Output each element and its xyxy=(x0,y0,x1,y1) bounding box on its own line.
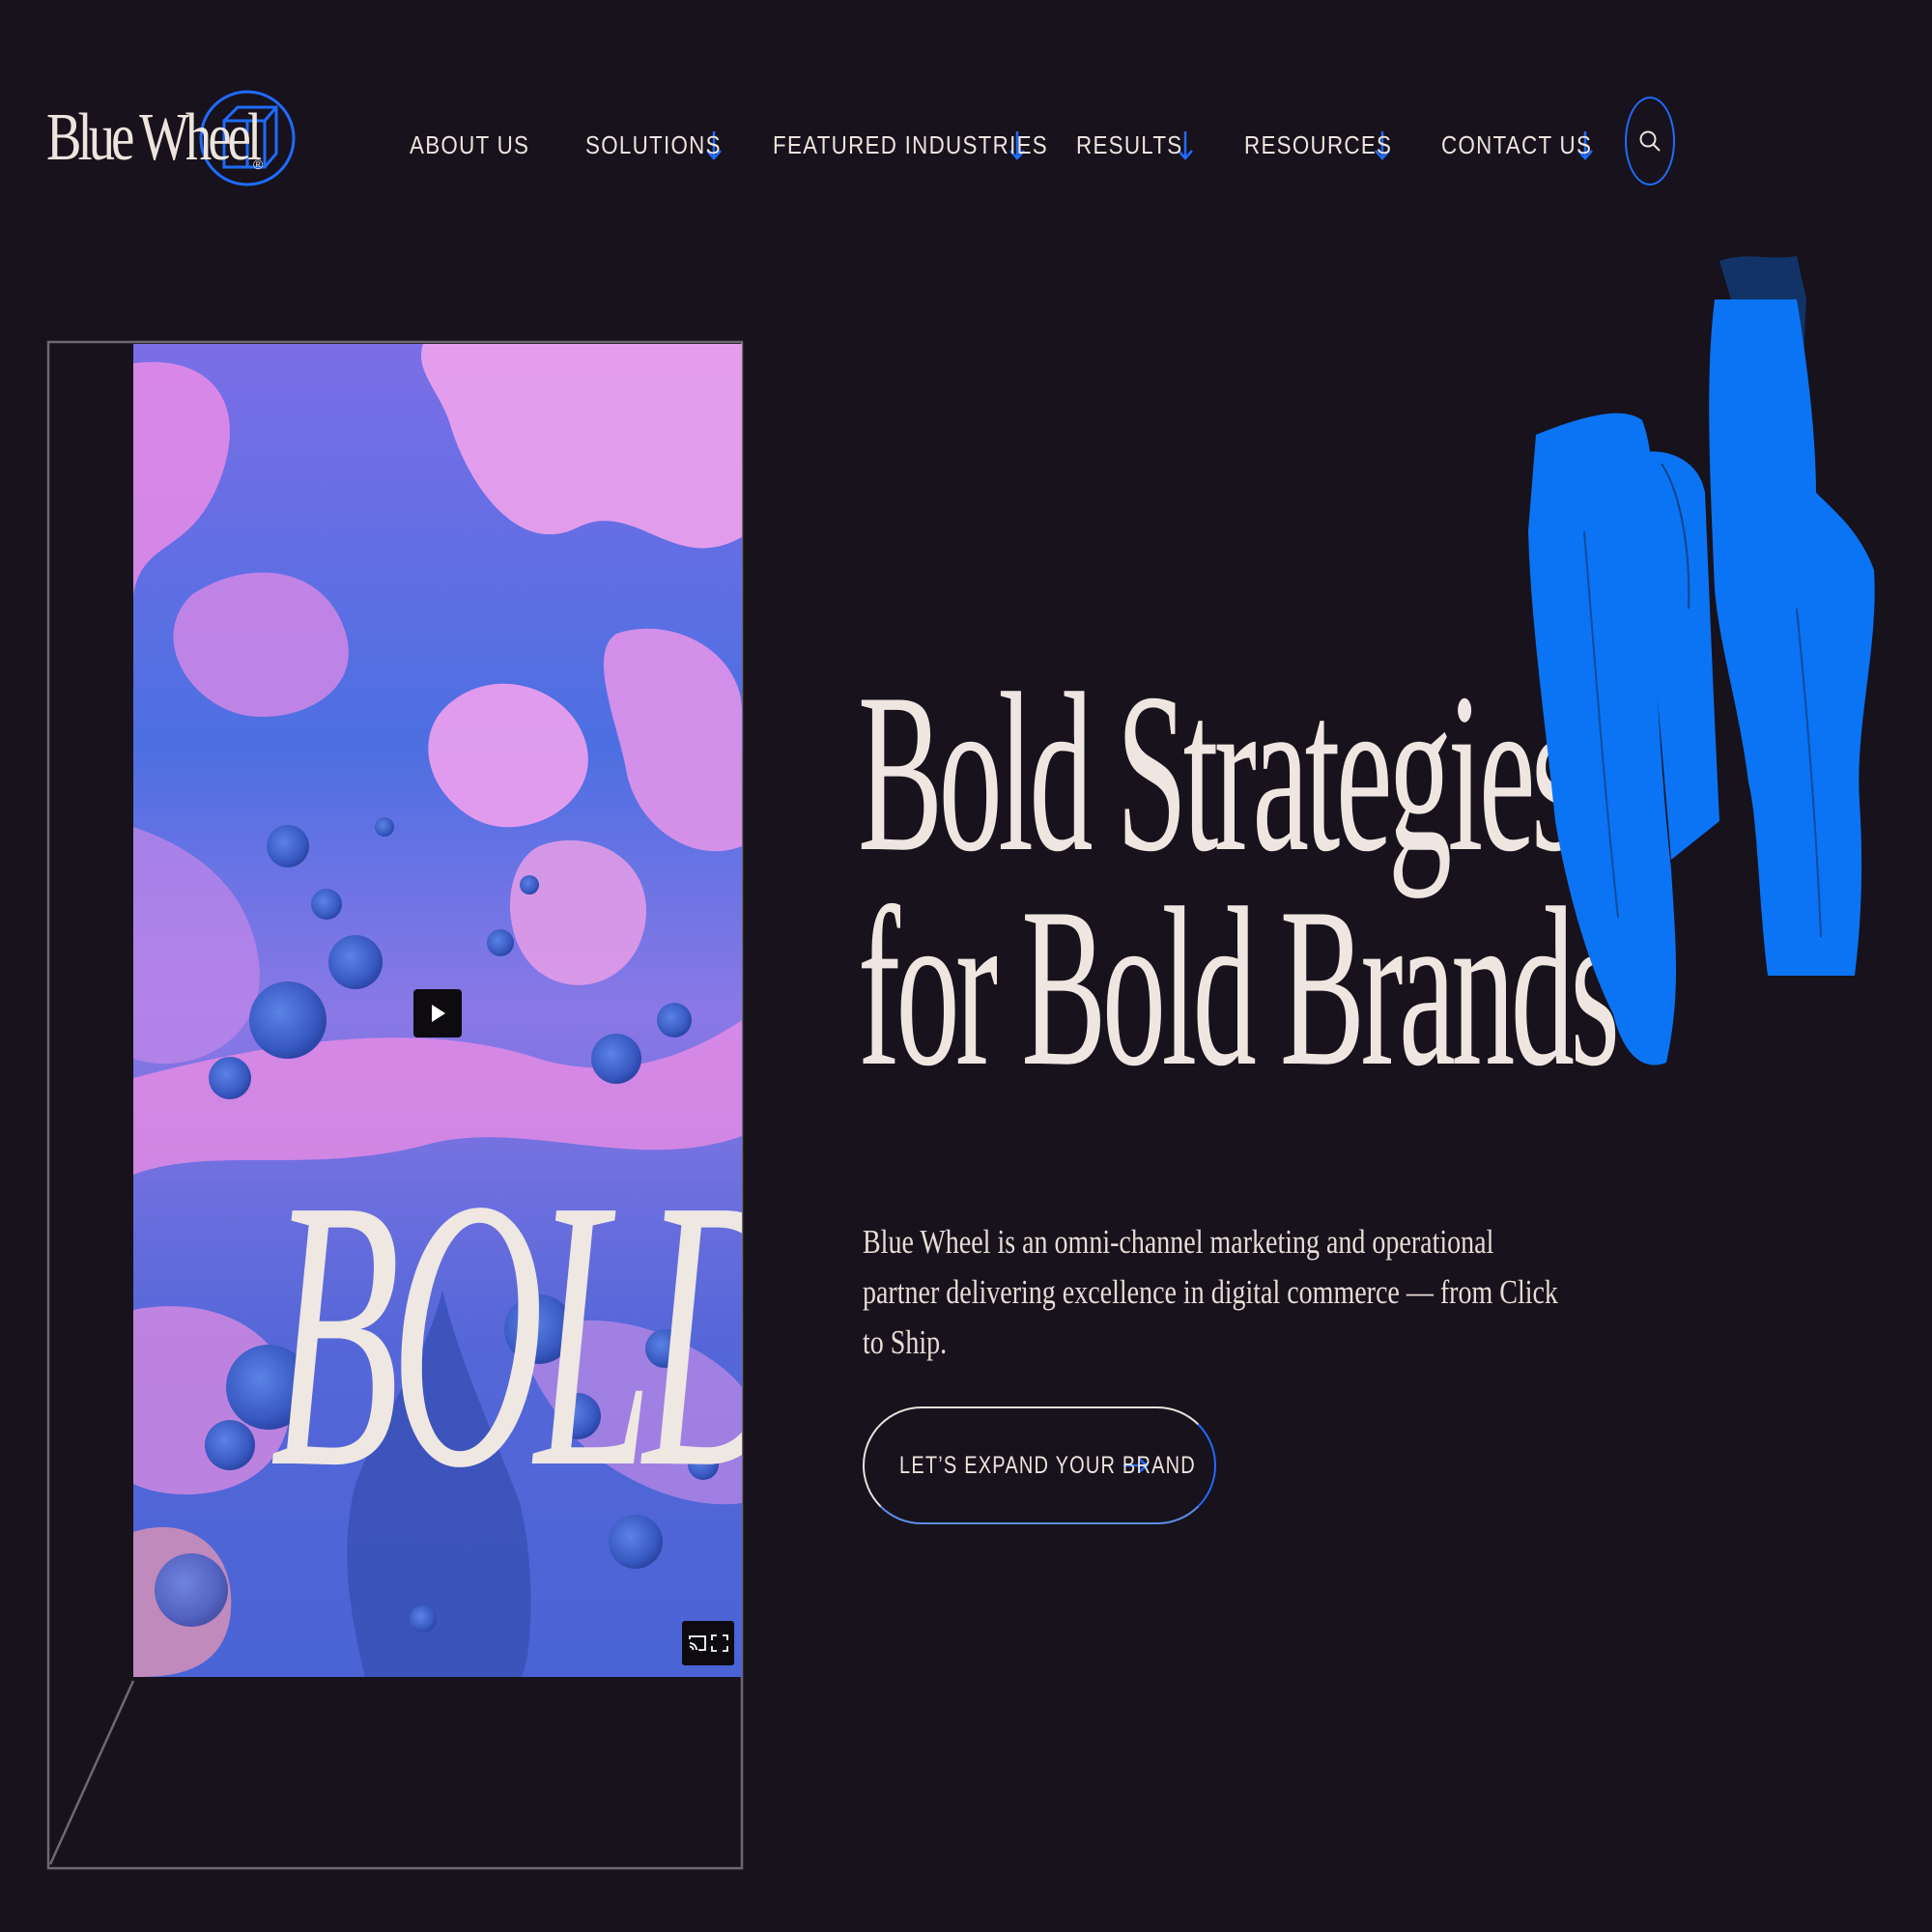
hero-title: Bold Strategies for Bold Brands xyxy=(858,647,1620,1114)
blue-wheel-logo[interactable]: Blue Wheel xyxy=(46,85,299,191)
nav-item-resources[interactable]: Resources xyxy=(1244,126,1393,164)
nav-item-label: Results xyxy=(1076,129,1183,159)
nav-item-label: Contact Us xyxy=(1441,129,1593,159)
cta-label: LET’S EXPAND YOUR BRAND xyxy=(899,1451,1196,1479)
video-controls xyxy=(682,1621,734,1665)
hero-video[interactable]: BOLD xyxy=(133,344,742,1677)
hero-title-line-1: Bold Strategies xyxy=(858,647,1581,899)
nav-item-solutions[interactable]: Solutions xyxy=(585,126,724,164)
blue-brush-decoration xyxy=(1528,256,1875,1065)
page: Blue Wheel ® About Us Solutions Featured… xyxy=(0,0,1932,1932)
nav-item-results[interactable]: Results xyxy=(1076,126,1196,164)
nav-item-about-us[interactable]: About Us xyxy=(410,130,549,160)
video-overlay-word: BOLD xyxy=(270,1120,742,1548)
fullscreen-icon[interactable] xyxy=(710,1634,729,1653)
expand-brand-button[interactable]: LET’S EXPAND YOUR BRAND xyxy=(863,1406,1216,1524)
nav-item-label: Solutions xyxy=(585,129,723,159)
cast-icon[interactable] xyxy=(688,1634,707,1653)
registered-mark: ® xyxy=(253,156,264,172)
nav-item-featured-industries[interactable]: Featured Industries xyxy=(773,126,1049,164)
logo-wordmark: Blue Wheel xyxy=(46,100,262,175)
search-icon xyxy=(1639,130,1661,152)
nav-item-label: Featured Industries xyxy=(773,129,1049,159)
play-icon xyxy=(432,1005,445,1022)
nav-item-contact-us[interactable]: Contact Us xyxy=(1441,126,1596,164)
play-button[interactable] xyxy=(413,989,462,1037)
nav-item-label: Resources xyxy=(1244,129,1393,159)
hero-title-line-2: for Bold Brands xyxy=(858,862,1620,1114)
nav-item-label: About Us xyxy=(410,129,530,159)
main-nav: About Us Solutions Featured Industries R… xyxy=(410,116,1596,174)
hero-description: Blue Wheel is an omni-channel marketing … xyxy=(863,1223,1558,1361)
search-button[interactable] xyxy=(1625,97,1675,185)
